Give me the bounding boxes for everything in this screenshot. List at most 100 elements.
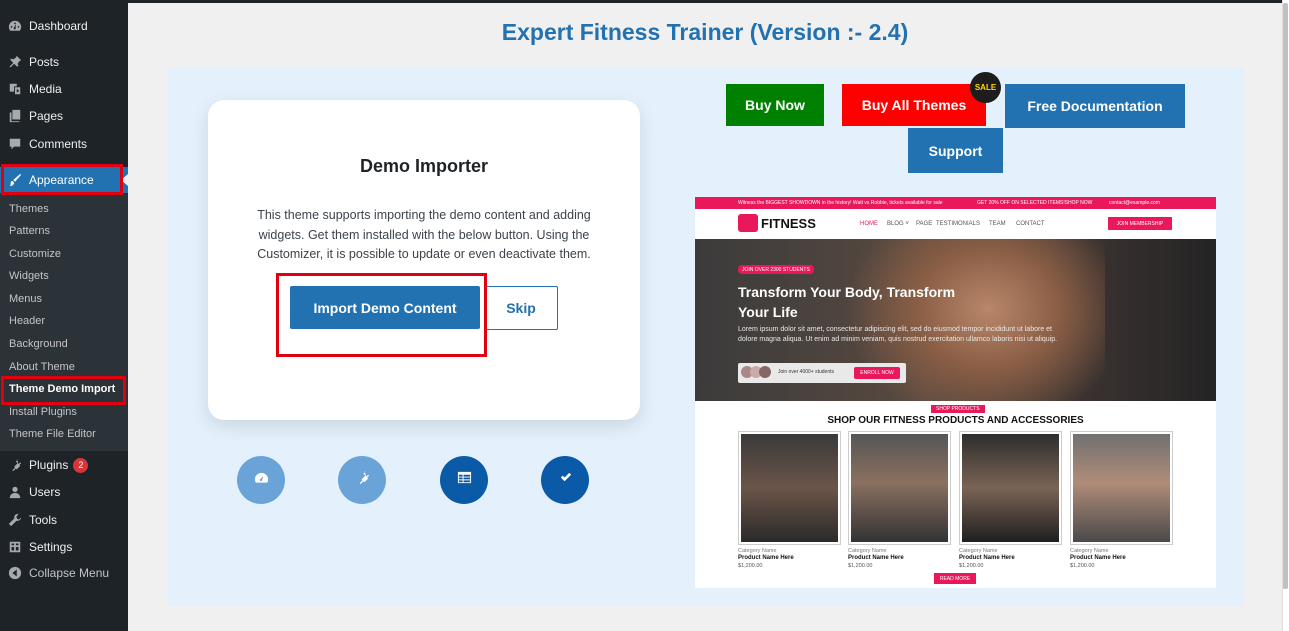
preview-navbar: FITNESS HOME BLOG ˅ PAGE TESTIMONIALS TE… xyxy=(695,209,1216,239)
menu-users[interactable]: Users xyxy=(0,479,128,505)
submenu-background[interactable]: Background xyxy=(9,338,68,350)
menu-collapse[interactable]: Collapse Menu xyxy=(0,560,128,586)
menu-label: Collapse Menu xyxy=(29,566,110,580)
preview-product-card xyxy=(738,431,841,545)
preview-product-category: Category Name xyxy=(738,548,777,554)
preview-topbar: Witness the BIGGEST SHOWDOWN in the hist… xyxy=(695,197,1216,209)
preview-product-image xyxy=(1073,434,1170,542)
menu-settings[interactable]: Settings xyxy=(0,534,128,560)
preview-topbar-left: Witness the BIGGEST SHOWDOWN in the hist… xyxy=(738,200,943,206)
submenu-header[interactable]: Header xyxy=(9,315,45,327)
dashboard-icon xyxy=(8,19,22,33)
submenu-menus[interactable]: Menus xyxy=(9,293,42,305)
comment-icon xyxy=(8,137,22,151)
preview-product-card xyxy=(848,431,951,545)
preview-product-price: $1,200.00 xyxy=(738,563,763,569)
plug-icon xyxy=(355,470,370,490)
menu-media[interactable]: Media xyxy=(0,76,128,102)
submenu-patterns[interactable]: Patterns xyxy=(9,225,50,237)
step-widgets[interactable] xyxy=(440,456,488,504)
preview-product-card xyxy=(959,431,1062,545)
card-title: Demo Importer xyxy=(359,156,489,176)
user-icon xyxy=(8,485,22,499)
preview-product-category: Category Name xyxy=(959,548,998,554)
sale-badge: SALE xyxy=(970,72,1001,103)
support-button[interactable]: Support xyxy=(908,128,1003,173)
import-demo-content-button[interactable]: Import Demo Content xyxy=(290,286,480,329)
preview-read-more-button: READ MORE xyxy=(934,573,976,584)
wrench-icon xyxy=(8,513,22,527)
preview-shop-title: SHOP OUR FITNESS PRODUCTS AND ACCESSORIE… xyxy=(827,415,1084,426)
menu-label: Users xyxy=(29,485,61,499)
step-plugins[interactable] xyxy=(338,456,386,504)
table-icon xyxy=(457,470,472,490)
preview-product-price: $1,200.00 xyxy=(959,563,984,569)
free-documentation-button[interactable]: Free Documentation xyxy=(1005,84,1185,128)
preview-product-name: Product Name Here xyxy=(1070,555,1126,561)
menu-pages[interactable]: Pages xyxy=(0,103,128,129)
admin-sidebar: Dashboard Posts Media Pages Comments App… xyxy=(0,3,128,631)
preview-nav-testimonials: TESTIMONIALS xyxy=(936,221,981,227)
appearance-submenu: Themes Patterns Customize Widgets Menus … xyxy=(0,193,128,451)
buy-now-button[interactable]: Buy Now xyxy=(726,84,824,126)
preview-hero-text: Lorem ipsum dolor sit amet, consectetur … xyxy=(738,326,1058,343)
submenu-widgets[interactable]: Widgets xyxy=(9,270,49,282)
menu-tools[interactable]: Tools xyxy=(0,507,128,533)
step-done[interactable] xyxy=(541,456,589,504)
menu-label: Comments xyxy=(29,137,88,151)
preview-hero: JOIN OVER 2300 STUDENTS Transform Your B… xyxy=(695,239,1216,401)
submenu-theme-file-editor[interactable]: Theme File Editor xyxy=(9,428,96,440)
preview-nav-contact: CONTACT xyxy=(1016,221,1045,227)
preview-hero-strip-text: Join over 4000+ students xyxy=(778,369,835,375)
submenu-about-theme[interactable]: About Theme xyxy=(9,361,75,373)
preview-product-image xyxy=(851,434,948,542)
media-icon xyxy=(8,82,22,96)
preview-shop-tag: SHOP PRODUCTS xyxy=(931,405,985,413)
menu-posts[interactable]: Posts xyxy=(0,49,128,75)
preview-product-card xyxy=(1070,431,1173,545)
preview-product-name: Product Name Here xyxy=(959,555,1015,561)
preview-product-category: Category Name xyxy=(1070,548,1109,554)
menu-label: Tools xyxy=(29,513,58,527)
demo-importer-card: Demo Importer This theme supports import… xyxy=(208,100,640,420)
check-icon xyxy=(558,470,573,490)
menu-dashboard[interactable]: Dashboard xyxy=(0,13,128,39)
submenu-themes[interactable]: Themes xyxy=(9,203,49,215)
preview-nav-home: HOME xyxy=(860,221,878,227)
preview-hero-title: Transform Your Body, Transform Your Life xyxy=(738,284,956,320)
preview-product-price: $1,200.00 xyxy=(848,563,873,569)
menu-label: Media xyxy=(29,82,62,96)
submenu-install-plugins[interactable]: Install Plugins xyxy=(9,406,77,418)
step-dashboard[interactable] xyxy=(237,456,285,504)
preview-logo: FITNESS xyxy=(761,216,816,231)
menu-appearance[interactable]: Appearance xyxy=(0,167,128,193)
preview-product-price: $1,200.00 xyxy=(1070,563,1095,569)
preview-hero-badge: JOIN OVER 2300 STUDENTS xyxy=(738,265,814,274)
submenu-theme-demo-import[interactable]: Theme Demo Import xyxy=(9,383,115,395)
menu-label: Posts xyxy=(29,55,60,69)
menu-plugins[interactable]: Plugins 2 xyxy=(0,452,128,478)
menu-label: Settings xyxy=(29,540,73,554)
page-title: Expert Fitness Trainer (Version :- 2.4) xyxy=(501,19,909,45)
preview-logo-icon xyxy=(738,214,758,232)
pages-icon xyxy=(8,109,22,123)
preview-nav-team: TEAM xyxy=(989,221,1006,227)
preview-nav-page: PAGE xyxy=(916,221,933,227)
plugins-update-badge: 2 xyxy=(73,457,89,473)
plugin-icon xyxy=(8,458,22,472)
preview-topbar-right: contact@example.com xyxy=(1109,200,1160,206)
submenu-customize[interactable]: Customize xyxy=(9,248,61,260)
preview-topbar-mid: GET 20% OFF ON SELECTED ITEMS!SHOP NOW xyxy=(977,200,1093,206)
preview-product-name: Product Name Here xyxy=(738,555,794,561)
menu-comments[interactable]: Comments xyxy=(0,131,128,157)
pin-icon xyxy=(8,55,22,69)
skip-button[interactable]: Skip xyxy=(484,286,558,330)
preview-hero-strip: Join over 4000+ students ENROLL NOW xyxy=(738,363,906,383)
preview-join-button: JOIN MEMBERSHIP xyxy=(1108,217,1172,230)
gauge-icon xyxy=(254,470,269,490)
buy-all-themes-button[interactable]: Buy All Themes xyxy=(842,84,986,126)
page-scrollbar-thumb[interactable] xyxy=(1283,3,1288,589)
menu-label: Plugins xyxy=(29,458,69,472)
theme-preview: Witness the BIGGEST SHOWDOWN in the hist… xyxy=(695,197,1216,588)
card-description: This theme supports importing the demo c… xyxy=(257,208,591,261)
